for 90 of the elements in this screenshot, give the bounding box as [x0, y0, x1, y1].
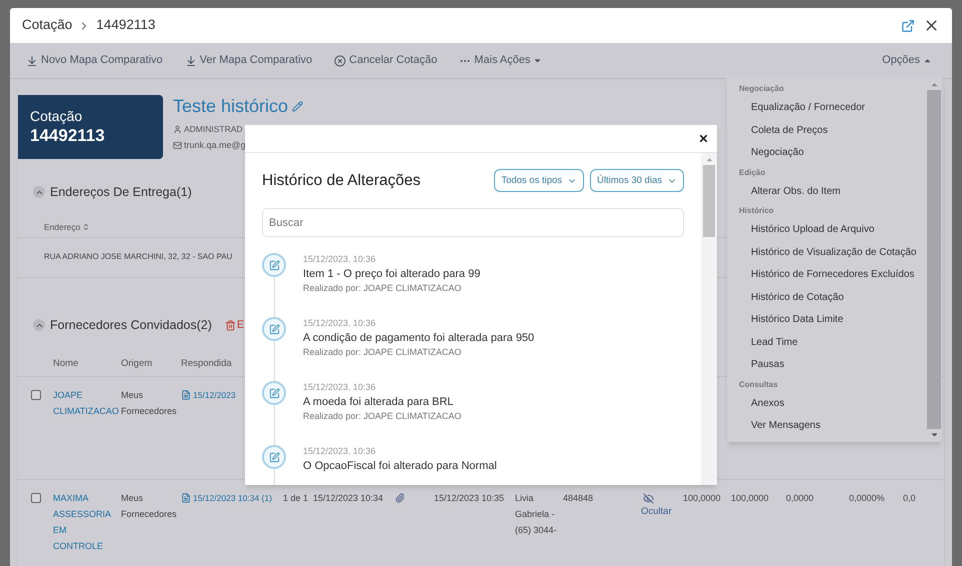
toolbar-button[interactable]: Cancelar Cotação	[334, 52, 438, 69]
download-icon	[184, 54, 197, 66]
entry-date: 15/12/2023, 10:36	[303, 317, 377, 330]
toolbar-button[interactable]: Mais Ações	[459, 52, 542, 69]
open-external-icon[interactable]	[901, 18, 915, 32]
collapse-toggle[interactable]	[33, 186, 45, 198]
column-header: Origem	[121, 358, 152, 369]
close-icon[interactable]	[698, 133, 709, 144]
response-date-link[interactable]: 15/12/2023	[193, 386, 236, 402]
menu-item[interactable]: Histórico de Fornecedores Excluídos	[727, 264, 926, 286]
search-field[interactable]: Buscar	[262, 208, 684, 238]
quote-card-label: Cotação	[30, 107, 84, 125]
table-cell-text: Livia Gabriela - (65) 3044-	[515, 492, 558, 537]
menu-item[interactable]: Ver Mensagens	[727, 415, 926, 438]
table-cell-text: 0,0	[903, 492, 917, 504]
entry-author: Realizado por: JOAPE CLIMATIZACAO	[303, 410, 462, 424]
menu-item[interactable]: Histórico Data Limite	[727, 309, 926, 332]
entry-author: Realizado por: JOAPE CLIMATIZACAO	[303, 346, 462, 360]
edit-event-icon	[262, 317, 286, 342]
table-cell-text: 100,0000	[683, 492, 722, 504]
section-title: Endereços De Entrega(1)	[50, 184, 192, 201]
entry-description: A moeda foi alterada para BRL	[303, 395, 454, 410]
menu-item[interactable]: Histórico de Cotação	[727, 286, 926, 309]
document-icon	[181, 492, 191, 502]
filter-dropdown[interactable]: Últimos 30 dias	[590, 169, 684, 192]
document-icon	[181, 390, 191, 400]
row-checkbox[interactable]	[31, 390, 41, 400]
menu-item[interactable]: Equalização / Fornecedor	[727, 97, 926, 120]
dialog-title: Histórico de Alterações	[262, 171, 421, 191]
table-cell-text: 15/12/2023 10:35	[434, 492, 506, 504]
quote-title: Teste histórico	[173, 95, 288, 117]
mail-icon	[173, 141, 182, 150]
user-icon	[173, 124, 182, 134]
edit-event-icon	[262, 253, 286, 278]
hide-link[interactable]: Ocultar	[641, 504, 672, 520]
quote-card-number: 14492113	[30, 125, 106, 147]
entry-description: Item 1 - O preço foi alterado para 99	[303, 267, 480, 282]
menu-item[interactable]: Pausas	[727, 354, 926, 376]
column-header: Nome	[53, 358, 78, 369]
column-header: Respondida	[181, 358, 232, 369]
menu-group-heading: Negociação	[738, 83, 785, 95]
scrollbar-thumb[interactable]	[703, 165, 715, 237]
menu-item[interactable]: Coleta de Preços	[727, 120, 926, 142]
response-date-link[interactable]: 15/12/2023 10:34 (1)	[193, 490, 272, 506]
table-cell-text: 100,0000	[731, 492, 770, 504]
column-header[interactable]: Endereço	[44, 220, 80, 234]
edit-event-icon	[262, 381, 286, 406]
edit-icon[interactable]	[292, 100, 304, 112]
toolbar-button[interactable]: Ver Mapa Comparativo	[184, 52, 312, 69]
section-title: Fornecedores Convidados(2)	[50, 316, 212, 334]
table-cell-text: Meus Fornecedores	[121, 492, 177, 520]
table-cell-text: 0,0000	[786, 492, 815, 504]
table-cell-text: Meus Fornecedores	[121, 388, 177, 418]
sort-icon[interactable]	[82, 223, 90, 232]
table-cell-text: 1 de 1	[283, 492, 309, 504]
menu-group-heading: Edição	[738, 166, 766, 179]
breadcrumb-link[interactable]: Cotação	[22, 15, 72, 36]
eye-off-icon[interactable]	[643, 492, 654, 504]
table-cell-text: 484848	[563, 492, 594, 504]
collapse-toggle[interactable]	[33, 319, 45, 332]
menu-item[interactable]: Negociação	[727, 142, 926, 164]
filter-dropdown[interactable]: Todos os tipos	[494, 169, 584, 192]
menu-item[interactable]: Lead Time	[727, 332, 926, 354]
paperclip-icon[interactable]	[395, 492, 405, 502]
download-icon	[26, 54, 38, 66]
scrollbar-thumb[interactable]	[927, 90, 941, 429]
user-name: ADMINISTRAD	[184, 123, 243, 136]
trash-icon	[224, 320, 236, 331]
edit-event-icon	[262, 445, 286, 470]
table-cell-text: 15/12/2023 10:34	[313, 492, 384, 504]
entry-date: 15/12/2023, 10:36	[303, 381, 377, 394]
menu-item[interactable]: Alterar Obs. do Item	[727, 180, 926, 203]
entry-description: A condição de pagamento foi alterada para 950	[303, 331, 534, 346]
entry-description: O OpcaoFiscal foi alterado para Normal	[303, 459, 497, 474]
breadcrumb-current: 14492113	[96, 16, 156, 34]
entry-date: 15/12/2023, 10:36	[303, 445, 377, 458]
menu-group-heading: Histórico	[738, 205, 775, 217]
menu-group-heading: Consultas	[738, 378, 779, 390]
toolbar-button[interactable]: Novo Mapa Comparativo	[26, 52, 163, 69]
entry-author: Realizado por: JOAPE CLIMATIZACAO	[303, 282, 462, 296]
entry-date: 15/12/2023, 10:36	[303, 253, 377, 266]
options-button[interactable]: Opções	[882, 52, 932, 69]
user-email: trunk.qa.me@g	[184, 138, 246, 152]
menu-item[interactable]: Histórico de Visualização de Cotação	[727, 242, 926, 264]
menu-item[interactable]: Anexos	[727, 392, 926, 415]
table-cell-text: 0,0000%	[849, 492, 886, 504]
cancel-icon	[334, 54, 346, 66]
menu-item[interactable]: Histórico Upload de Arquivo	[727, 219, 926, 242]
row-checkbox[interactable]	[31, 492, 41, 502]
address-text: RUA ADRIANO JOSE MARCHINI, 32, 32 - SAO PAU	[44, 251, 232, 264]
